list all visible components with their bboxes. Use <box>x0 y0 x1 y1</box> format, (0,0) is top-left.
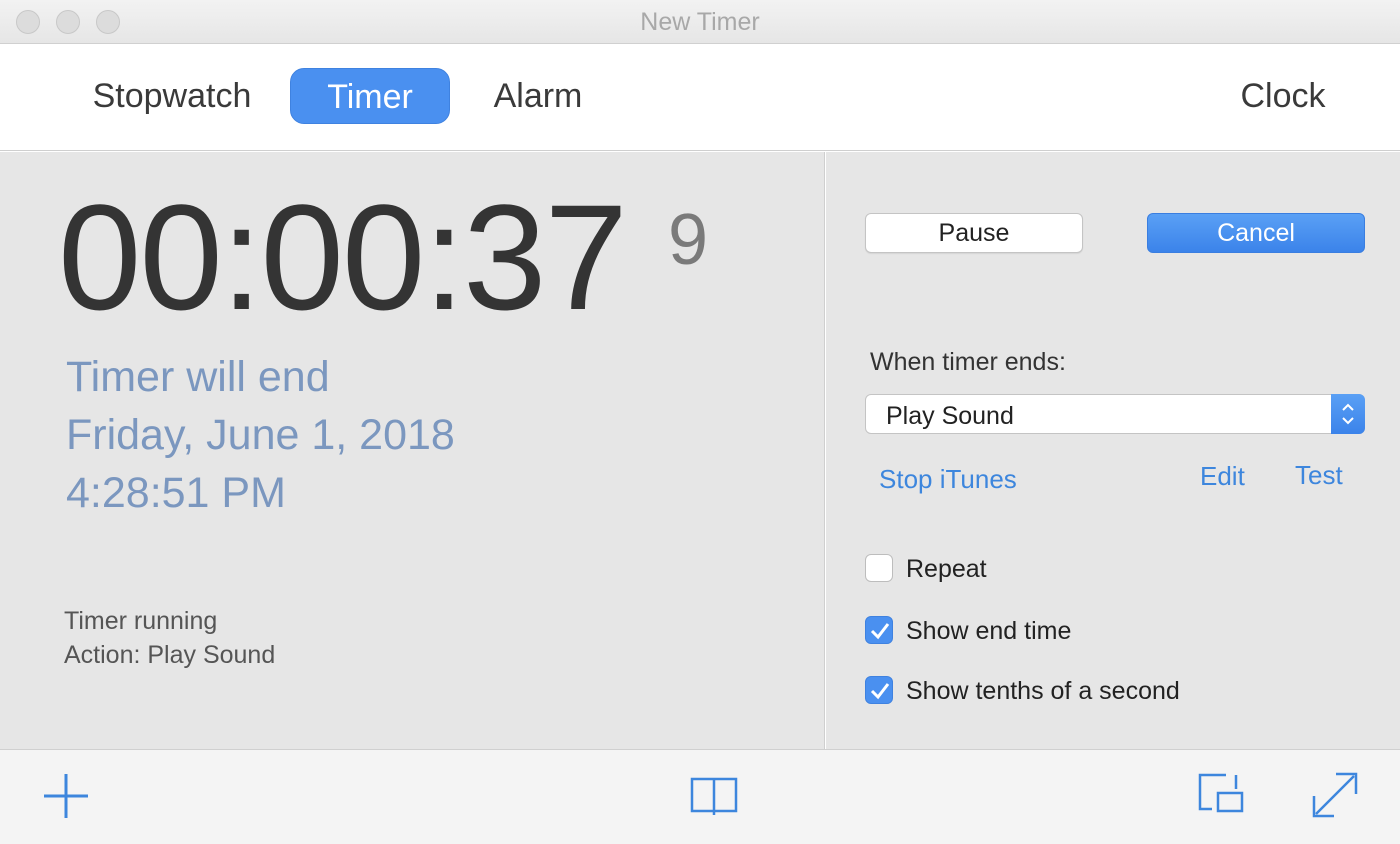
timer-display-panel: 00:00:37 9 Timer will end Friday, June 1… <box>0 152 825 749</box>
edit-sound-link[interactable]: Edit <box>1200 461 1245 492</box>
tenths-digit: 9 <box>668 200 709 280</box>
bottom-toolbar <box>0 749 1400 844</box>
end-date: Friday, June 1, 2018 <box>66 411 455 459</box>
tab-alarm[interactable]: Alarm <box>470 68 606 124</box>
when-timer-ends-label: When timer ends: <box>870 348 1066 376</box>
end-label: Timer will end <box>66 353 330 401</box>
show-tenths-checkbox[interactable] <box>865 676 893 704</box>
repeat-label: Repeat <box>906 555 987 583</box>
pause-button[interactable]: Pause <box>865 213 1083 253</box>
book-icon[interactable] <box>690 777 738 822</box>
timer-action: Action: Play Sound <box>64 641 276 669</box>
tab-clock[interactable]: Clock <box>1218 68 1348 124</box>
end-time: 4:28:51 PM <box>66 469 286 517</box>
cancel-button[interactable]: Cancel <box>1147 213 1365 253</box>
expand-icon[interactable] <box>1310 770 1360 825</box>
stop-itunes-link[interactable]: Stop iTunes <box>879 464 1017 495</box>
show-end-time-label: Show end time <box>906 617 1072 645</box>
end-action-select[interactable]: Play Sound <box>865 394 1365 434</box>
show-end-time-checkbox[interactable] <box>865 616 893 644</box>
tab-timer[interactable]: Timer <box>290 68 450 124</box>
select-stepper-icon <box>1331 394 1365 434</box>
checkmark-icon <box>870 623 890 640</box>
test-sound-link[interactable]: Test <box>1295 460 1343 491</box>
timer-controls-panel: Pause Cancel When timer ends: Play Sound… <box>826 152 1400 749</box>
mini-window-icon[interactable] <box>1198 773 1246 820</box>
repeat-checkbox[interactable] <box>865 554 893 582</box>
plus-icon[interactable] <box>42 772 90 825</box>
countdown-time: 00:00:37 <box>58 173 628 341</box>
timer-status: Timer running <box>64 607 218 635</box>
window-title: New Timer <box>640 8 760 36</box>
tab-stopwatch[interactable]: Stopwatch <box>72 68 272 124</box>
checkmark-icon <box>870 683 890 700</box>
end-action-value: Play Sound <box>886 402 1014 430</box>
title-bar: New Timer <box>0 0 1400 44</box>
show-tenths-label: Show tenths of a second <box>906 677 1180 705</box>
mode-tab-bar: Stopwatch Timer Alarm Clock <box>0 44 1400 151</box>
